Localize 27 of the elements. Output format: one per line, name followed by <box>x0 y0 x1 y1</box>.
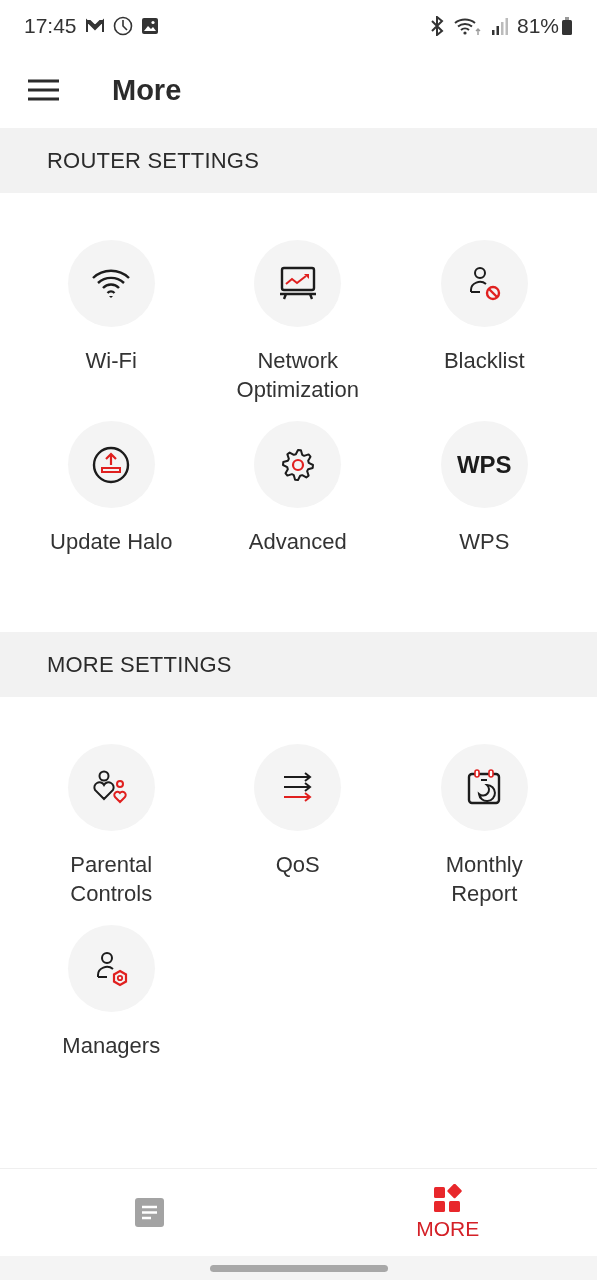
setting-label[interactable]: Network Optimization <box>204 346 391 404</box>
setting-label[interactable]: Managers <box>42 1031 181 1060</box>
setting-label[interactable]: Wi-Fi <box>65 346 157 375</box>
image-icon <box>140 17 159 35</box>
wps-icon[interactable]: WPS <box>440 421 528 508</box>
battery-icon <box>561 16 573 36</box>
setting-label[interactable]: WPS <box>439 527 530 556</box>
menu-icon[interactable] <box>28 79 59 101</box>
document-icon <box>134 1198 164 1227</box>
setting-label[interactable]: Update Halo <box>30 527 193 556</box>
nav-tab[interactable]: MORE <box>298 1169 597 1256</box>
apps-icon <box>433 1184 463 1213</box>
setting-label[interactable]: Blacklist <box>423 346 545 375</box>
status-time: 17:45 <box>24 14 77 38</box>
section-header: ROUTER SETTINGS <box>0 128 597 193</box>
setting-label[interactable]: Parental Controls <box>18 850 205 908</box>
battery-percent: 81% <box>516 14 559 38</box>
wifi-signal-icon <box>452 16 483 36</box>
section-header: MORE SETTINGS <box>0 632 597 697</box>
cell-signal-icon <box>490 17 509 35</box>
bluetooth-icon <box>428 16 445 36</box>
setting-label[interactable]: Advanced <box>228 527 367 556</box>
page-title: More <box>112 73 182 107</box>
clock-icon <box>112 16 133 36</box>
mail-icon <box>84 18 105 34</box>
setting-label[interactable]: QoS <box>255 850 340 879</box>
setting-label[interactable]: Monthly Report <box>391 850 578 908</box>
